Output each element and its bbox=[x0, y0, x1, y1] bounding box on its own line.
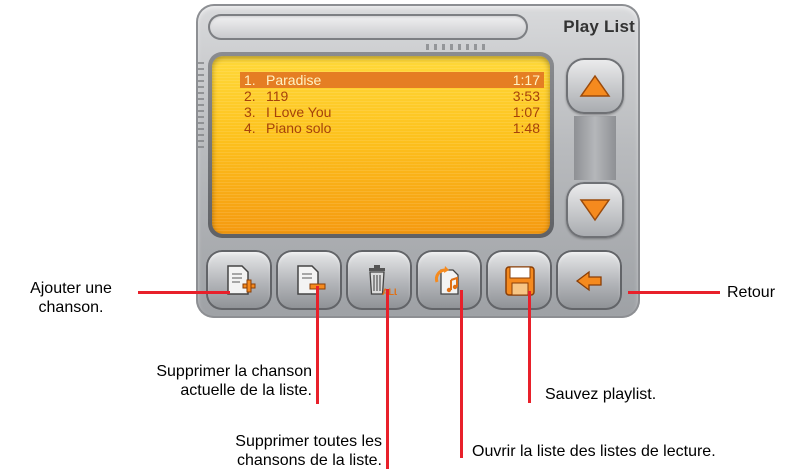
trash-all-icon: ALL bbox=[369, 265, 397, 297]
list-item[interactable]: 3. I Love You 1:07 bbox=[240, 104, 544, 120]
callout-save: Sauvez playlist. bbox=[545, 386, 657, 403]
list-item[interactable]: 1. Paradise 1:17 bbox=[240, 72, 544, 88]
track-duration: 3:53 bbox=[512, 88, 540, 104]
track-name: Paradise bbox=[266, 72, 322, 88]
callout-open-lists: Ouvrir la liste des listes de lecture. bbox=[472, 443, 716, 460]
svg-text:ALL: ALL bbox=[382, 287, 397, 297]
callout-add: Ajouter une chanson. bbox=[30, 280, 112, 316]
scroll-up-button[interactable] bbox=[566, 58, 624, 114]
delete-all-button[interactable]: ALL bbox=[346, 250, 412, 310]
callout-line-delete-all bbox=[386, 289, 389, 469]
playlist: 1. Paradise 1:17 2. 119 3:53 3. I Love Y… bbox=[240, 72, 544, 136]
track-duration: 1:17 bbox=[512, 72, 540, 88]
callout-back: Retour bbox=[727, 284, 776, 301]
callout-line-remove bbox=[316, 286, 319, 404]
floppy-disk-icon bbox=[505, 266, 535, 296]
back-button[interactable] bbox=[556, 250, 622, 310]
back-arrow-icon bbox=[575, 270, 602, 292]
page-title: Play List bbox=[563, 17, 635, 36]
up-arrow-icon bbox=[579, 74, 611, 97]
callout-line-back bbox=[628, 291, 720, 294]
toolbar: ALL bbox=[206, 250, 630, 314]
volume-ticks bbox=[198, 62, 204, 152]
track-name: Piano solo bbox=[266, 120, 332, 136]
track-name: 119 bbox=[266, 88, 289, 104]
remove-song-button[interactable] bbox=[276, 250, 342, 310]
callout-remove: Supprimer la chanson actuelle de la list… bbox=[156, 363, 312, 399]
track-name: I Love You bbox=[266, 104, 332, 120]
callout-delete-all: Supprimer toutes les chansons de la list… bbox=[235, 433, 382, 469]
list-item[interactable]: 2. 119 3:53 bbox=[240, 88, 544, 104]
add-song-button[interactable] bbox=[206, 250, 272, 310]
track-duration: 1:07 bbox=[512, 104, 540, 120]
open-playlists-button[interactable] bbox=[416, 250, 482, 310]
playlist-screen: 1. Paradise 1:17 2. 119 3:53 3. I Love Y… bbox=[208, 52, 554, 238]
scroll-down-button[interactable] bbox=[566, 182, 624, 238]
list-item[interactable]: 4. Piano solo 1:48 bbox=[240, 120, 544, 136]
callout-line-add bbox=[138, 291, 230, 294]
document-minus-icon bbox=[297, 265, 326, 295]
callout-line-open bbox=[460, 290, 463, 458]
save-playlist-button[interactable] bbox=[486, 250, 552, 310]
track-duration: 1:48 bbox=[512, 120, 540, 136]
callout-line-save bbox=[528, 291, 531, 403]
player-window: Play List 1. Paradise 1:17 2. 119 3:53 3… bbox=[196, 4, 640, 318]
grip-dots bbox=[426, 44, 486, 50]
scroll-track[interactable] bbox=[574, 116, 616, 180]
down-arrow-icon bbox=[579, 199, 611, 222]
title-bar-pill bbox=[208, 14, 528, 40]
